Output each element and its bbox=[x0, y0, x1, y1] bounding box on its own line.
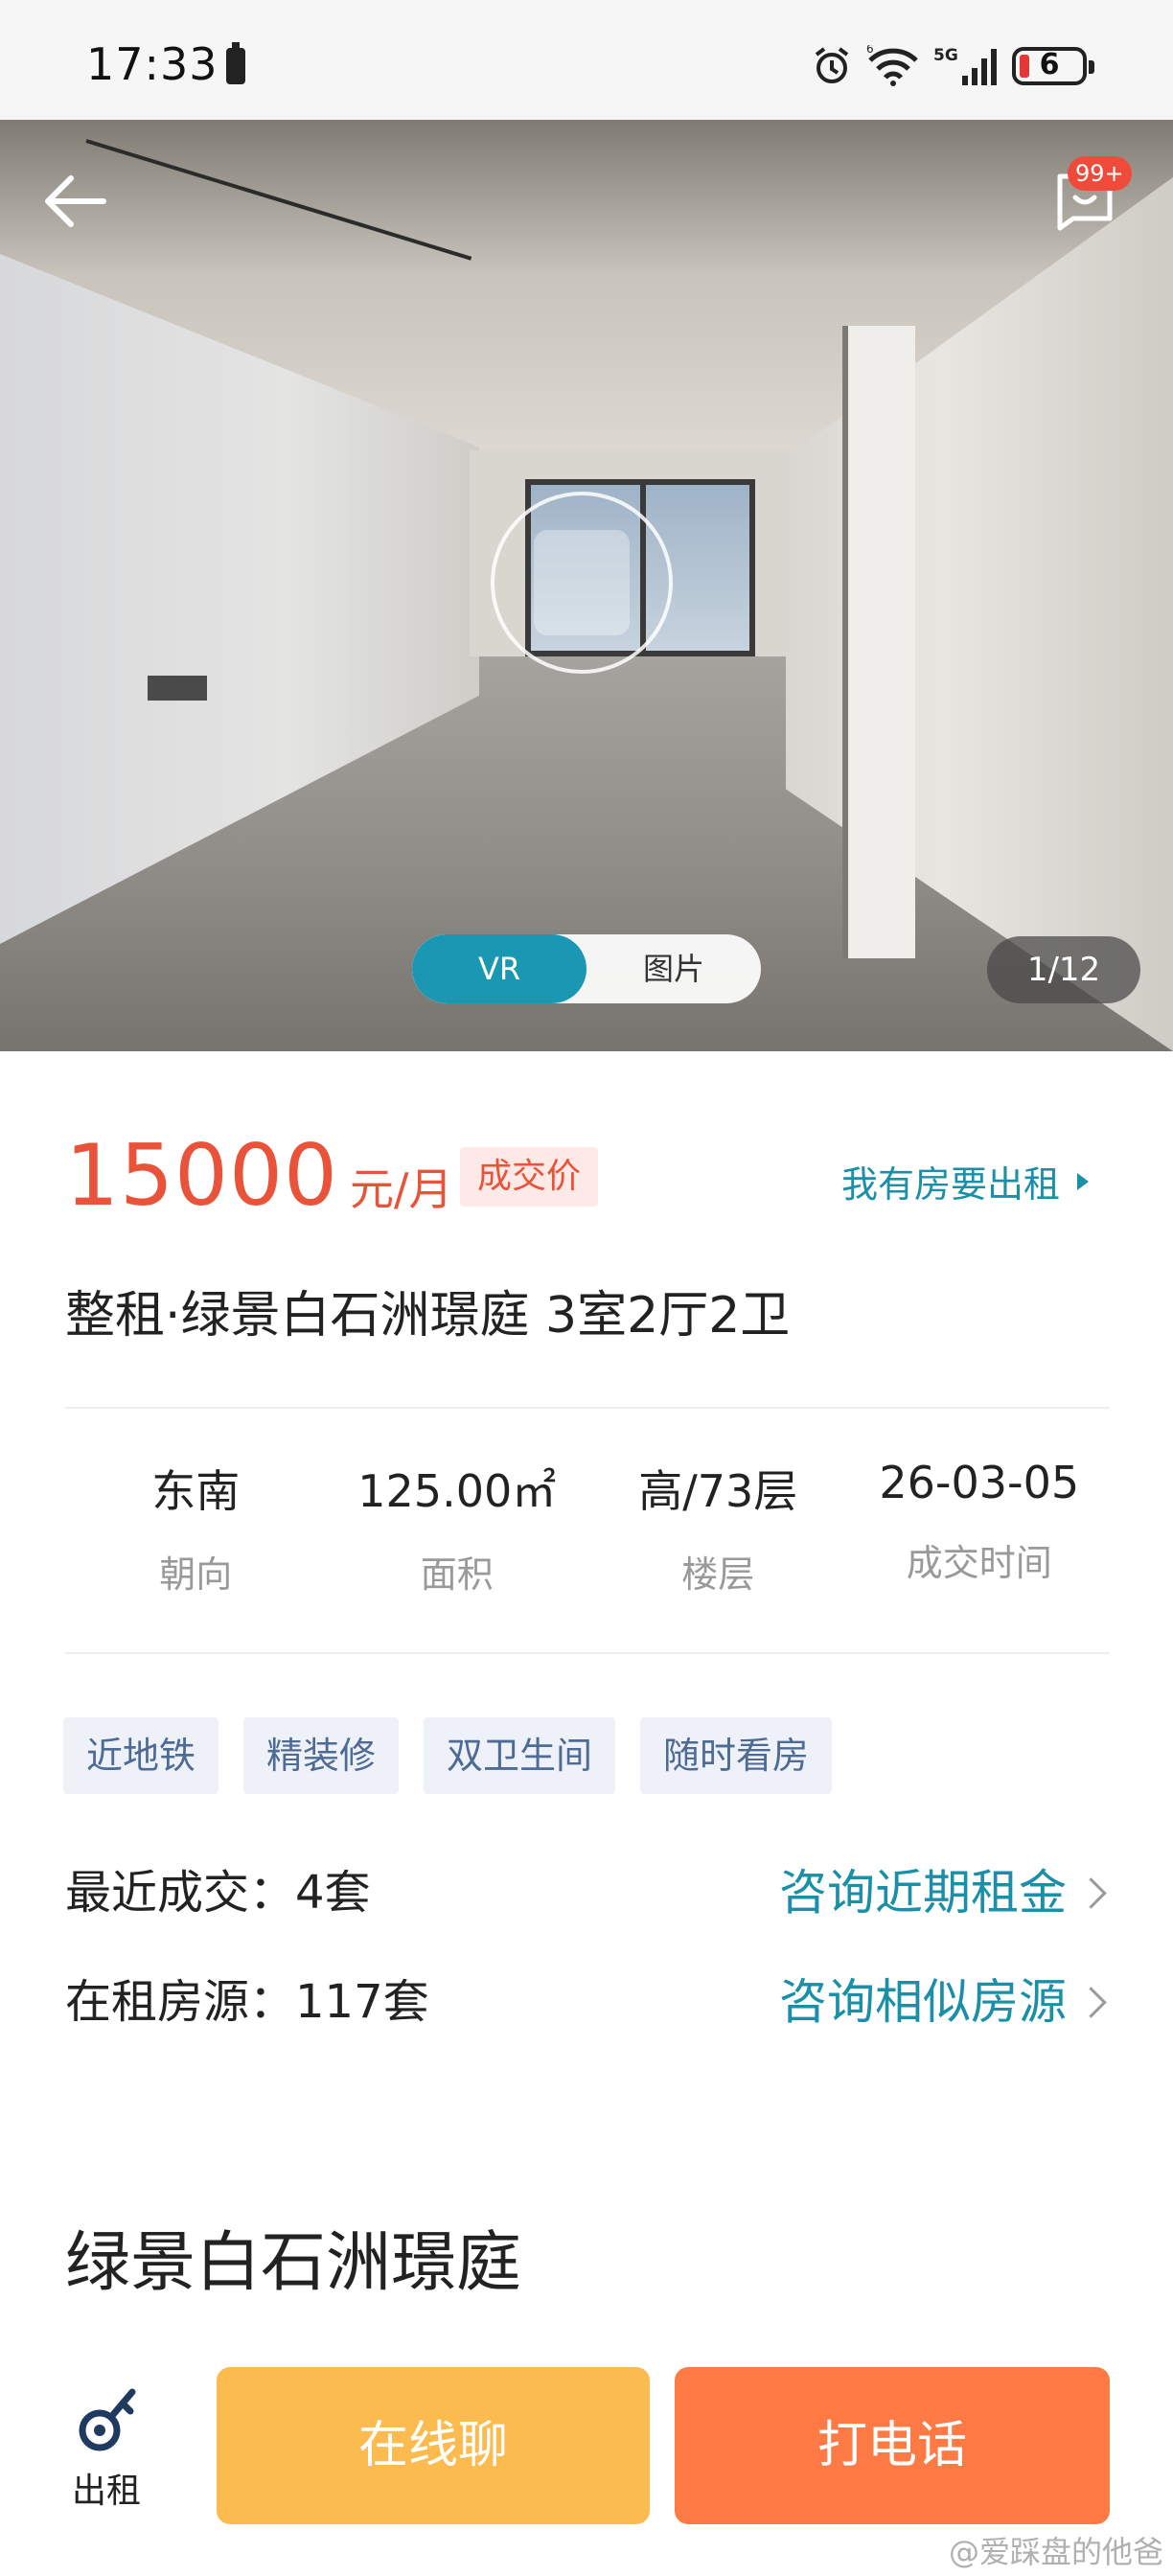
recent-deals-row: 最近成交：4套 咨询近期租金 bbox=[65, 1859, 1110, 1926]
status-time: 17:33 bbox=[86, 38, 218, 90]
chevron-right-icon bbox=[1075, 1876, 1107, 1909]
battery-saver-icon bbox=[226, 42, 245, 84]
deal-price-badge: 成交价 bbox=[460, 1147, 599, 1207]
stat-value: 高/73层 bbox=[638, 1465, 798, 1517]
tag-fine-decoration: 精装修 bbox=[243, 1717, 400, 1794]
media-mode-toggle[interactable]: VR 图片 bbox=[412, 934, 761, 1003]
listing-photo-viewer[interactable]: 99+ VR 图片 1/12 bbox=[0, 120, 1173, 1051]
stat-deal-date: 26-03-05 成交时间 bbox=[849, 1457, 1111, 1598]
divider bbox=[65, 1652, 1110, 1654]
cellular-signal-icon: 5G bbox=[933, 45, 999, 87]
stat-label: 面积 bbox=[420, 1553, 494, 1596]
stat-value: 125.00㎡ bbox=[357, 1465, 557, 1517]
rent-out-link[interactable]: 我有房要出租 bbox=[841, 1155, 1089, 1208]
stat-value: 东南 bbox=[151, 1465, 241, 1517]
rent-key-icon[interactable] bbox=[75, 2380, 144, 2457]
price-row: 15000 元/月 bbox=[65, 1126, 453, 1225]
stat-orientation: 东南 朝向 bbox=[65, 1457, 327, 1598]
vr-360-icon[interactable] bbox=[491, 492, 673, 674]
online-chat-button[interactable]: 在线聊 bbox=[217, 2367, 650, 2524]
listing-title: 整租·绿景白石洲璟庭 3室2厅2卫 bbox=[65, 1287, 791, 1345]
feature-tags: 近地铁 精装修 双卫生间 随时看房 bbox=[63, 1717, 833, 1794]
status-icons: 6 5G 6 bbox=[811, 42, 1094, 90]
stat-area: 125.00㎡ 面积 bbox=[327, 1457, 588, 1598]
back-arrow-icon bbox=[45, 175, 106, 227]
recent-deals-label: 最近成交：4套 bbox=[65, 1866, 371, 1920]
stat-label: 成交时间 bbox=[906, 1542, 1052, 1584]
watermark-text: @爱踩盘的他爸 bbox=[948, 2534, 1163, 2570]
price-unit: 元/月 bbox=[349, 1163, 453, 1215]
for-rent-label: 在租房源：117套 bbox=[65, 1975, 429, 2029]
rent-label[interactable]: 出租 bbox=[72, 2463, 141, 2513]
tab-photos[interactable]: 图片 bbox=[586, 934, 761, 1003]
message-count-badge: 99+ bbox=[1068, 156, 1132, 191]
watermark: @爱踩盘的他爸 bbox=[949, 2528, 1163, 2572]
svg-text:6: 6 bbox=[866, 45, 874, 56]
tag-near-subway: 近地铁 bbox=[63, 1717, 219, 1794]
chevron-right-icon bbox=[1075, 1986, 1107, 2018]
status-bar: 17:33 6 5G 6 bbox=[0, 0, 1173, 120]
tag-two-bathrooms: 双卫生间 bbox=[424, 1717, 616, 1794]
community-name: 绿景白石洲璟庭 bbox=[65, 2225, 522, 2301]
tab-vr[interactable]: VR bbox=[412, 934, 586, 1003]
for-rent-row: 在租房源：117套 咨询相似房源 bbox=[65, 1968, 1110, 2036]
wifi-icon: 6 bbox=[866, 45, 920, 87]
photo-wall-switch bbox=[148, 676, 207, 701]
svg-text:5G: 5G bbox=[933, 46, 958, 65]
consult-rent-label: 咨询近期租金 bbox=[779, 1865, 1067, 1920]
photo-counter: 1/12 bbox=[987, 936, 1140, 1003]
rent-price: 15000 bbox=[65, 1126, 338, 1225]
stat-label: 楼层 bbox=[681, 1553, 755, 1596]
stat-label: 朝向 bbox=[159, 1553, 233, 1596]
back-button[interactable] bbox=[36, 163, 113, 240]
battery-icon: 6 bbox=[1012, 47, 1094, 85]
consult-rent-link[interactable]: 咨询近期租金 bbox=[779, 1859, 1110, 1926]
photo-pillar bbox=[848, 326, 915, 958]
listing-stats: 东南 朝向 125.00㎡ 面积 高/73层 楼层 26-03-05 成交时间 bbox=[65, 1457, 1110, 1598]
rent-out-link-label: 我有房要出租 bbox=[840, 1163, 1060, 1206]
divider bbox=[65, 1407, 1110, 1409]
triangle-right-icon bbox=[1077, 1172, 1089, 1190]
call-button[interactable]: 打电话 bbox=[675, 2367, 1110, 2524]
battery-level: 6 bbox=[1039, 48, 1060, 81]
consult-similar-label: 咨询相似房源 bbox=[779, 1974, 1067, 2030]
tag-viewing-anytime: 随时看房 bbox=[640, 1717, 833, 1794]
stat-value: 26-03-05 bbox=[879, 1457, 1080, 1508]
stat-floor: 高/73层 楼层 bbox=[587, 1457, 849, 1598]
consult-similar-link[interactable]: 咨询相似房源 bbox=[779, 1968, 1110, 2036]
alarm-icon bbox=[811, 45, 853, 87]
